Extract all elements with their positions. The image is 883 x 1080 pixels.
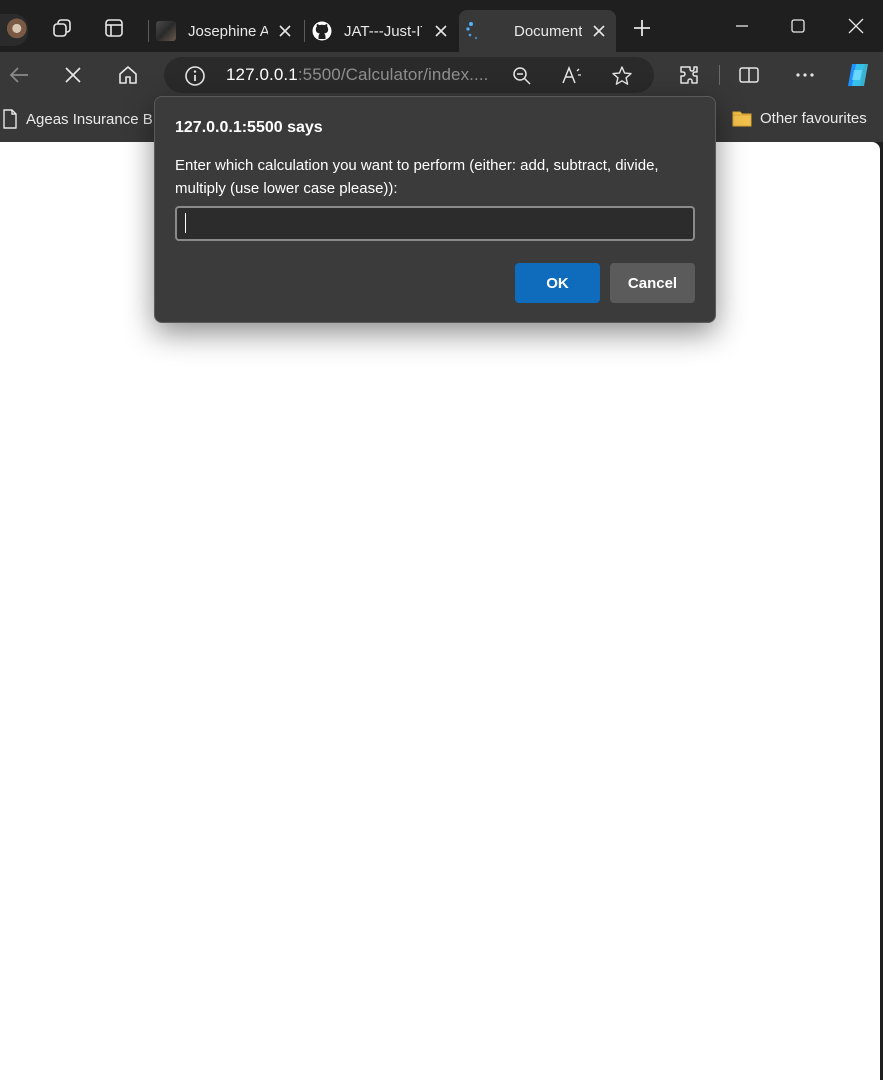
copilot-icon[interactable] (843, 60, 873, 90)
window-close-icon[interactable] (833, 10, 879, 42)
tab-josephine[interactable]: Josephine A (156, 10, 302, 52)
tab-title: Document (514, 22, 583, 40)
favourite-ageas[interactable]: Ageas Insurance Br... (2, 109, 152, 129)
zoom-icon[interactable] (510, 64, 534, 88)
tab-strip: Josephine A JAT---Just-IT Document (0, 0, 883, 52)
close-icon[interactable] (590, 22, 608, 40)
stop-loading-icon[interactable] (60, 62, 86, 88)
profile-photo-icon (156, 21, 176, 41)
tab-actions-icon[interactable] (102, 16, 126, 40)
tab-separator (304, 20, 305, 42)
dialog-message: Enter which calculation you want to perf… (175, 157, 659, 197)
text-caret (185, 213, 186, 233)
toolbar-divider (719, 65, 720, 85)
favourite-label: Other favourites (760, 109, 867, 127)
tab-title: JAT---Just-IT (344, 22, 422, 40)
tab-jat[interactable]: JAT---Just-IT (312, 10, 458, 52)
ok-button[interactable]: OK (515, 263, 600, 303)
loading-spinner-icon (465, 21, 485, 41)
new-tab-icon[interactable] (630, 16, 654, 40)
tab-document[interactable]: Document (459, 10, 616, 52)
workspaces-icon[interactable] (50, 16, 74, 40)
back-arrow-icon[interactable] (6, 62, 32, 88)
home-icon[interactable] (115, 62, 141, 88)
tab-separator (148, 20, 149, 42)
close-icon[interactable] (276, 22, 294, 40)
address-bar[interactable]: 127.0.0.1:5500/Calculator/index.... (164, 57, 654, 93)
navigation-toolbar: 127.0.0.1:5500/Calculator/index.... (0, 52, 883, 98)
url-text[interactable]: 127.0.0.1:5500/Calculator/index.... (226, 65, 488, 85)
url-host: 127.0.0.1 (226, 65, 298, 84)
document-icon (2, 109, 18, 129)
tab-title: Josephine A (188, 22, 268, 40)
favourite-other[interactable]: Other favourites (732, 109, 867, 127)
profile-avatar[interactable] (0, 14, 28, 46)
prompt-dialog: 127.0.0.1:5500 says Enter which calculat… (154, 96, 716, 323)
github-icon (312, 21, 332, 41)
dialog-title: 127.0.0.1:5500 says (175, 119, 323, 136)
split-screen-icon[interactable] (736, 62, 762, 88)
minimize-icon[interactable] (719, 10, 765, 42)
cancel-button[interactable]: Cancel (610, 263, 695, 303)
close-icon[interactable] (432, 22, 450, 40)
more-options-icon[interactable] (792, 62, 818, 88)
folder-icon (732, 109, 752, 127)
maximize-icon[interactable] (775, 10, 821, 42)
favourite-star-icon[interactable] (610, 64, 634, 88)
prompt-input[interactable] (175, 206, 695, 241)
info-icon[interactable] (184, 65, 206, 87)
extensions-icon[interactable] (676, 62, 702, 88)
read-aloud-icon[interactable] (560, 64, 584, 88)
favourite-label: Ageas Insurance Br... (26, 110, 152, 128)
url-path: :5500/Calculator/index.... (297, 65, 489, 84)
